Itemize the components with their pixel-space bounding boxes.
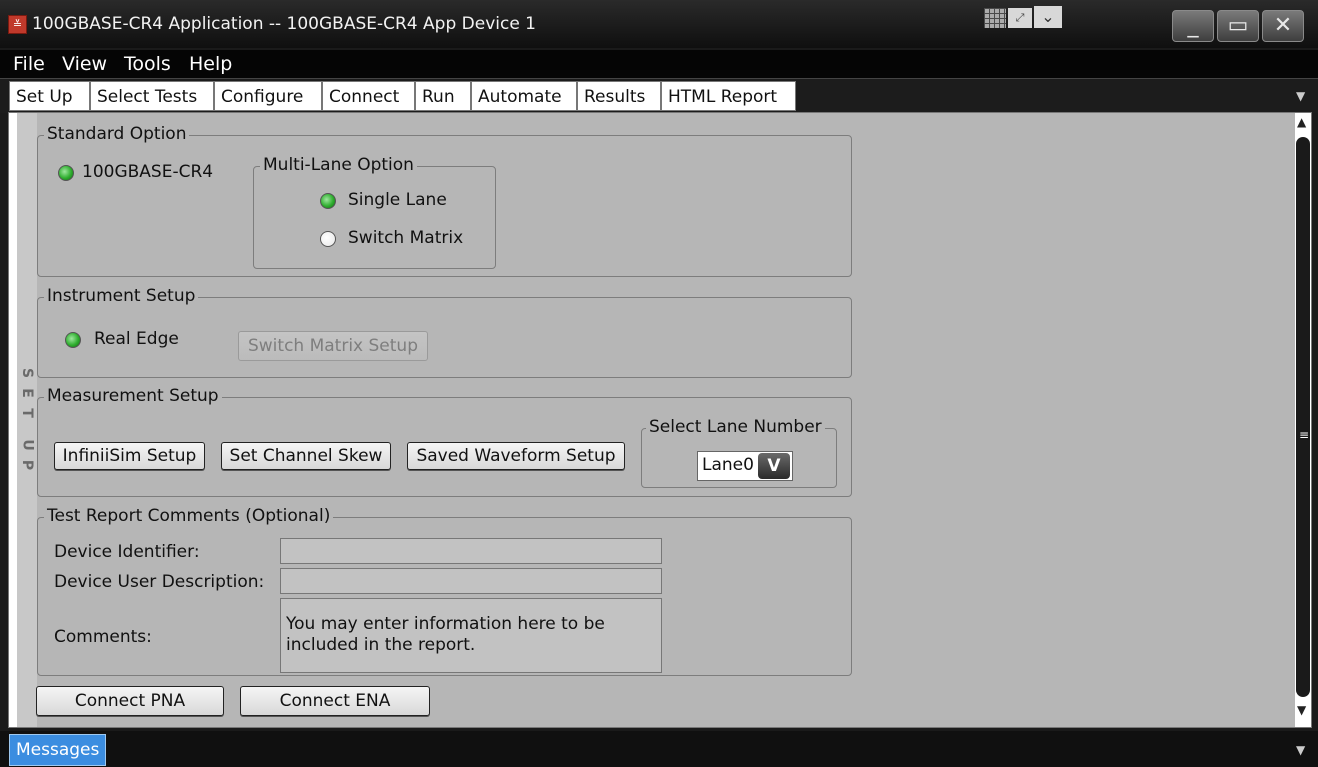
device-description-label: Device User Description: [54,572,265,592]
menu-view[interactable]: View [62,53,107,75]
saved-waveform-setup-button[interactable]: Saved Waveform Setup [407,442,625,470]
measurement-setup-group: Measurement Setup InfiniiSim Setup Set C… [37,386,852,497]
switch-matrix-setup-button[interactable]: Switch Matrix Setup [238,331,428,361]
tab-connect[interactable]: Connect [322,81,415,111]
scroll-up-icon[interactable]: ▲ [1297,115,1306,129]
infiniisim-setup-button[interactable]: InfiniiSim Setup [54,442,205,470]
menu-file[interactable]: File [13,53,45,75]
app-icon: ≚ [8,15,27,34]
chevron-down-icon[interactable]: ⌄ [1034,6,1062,28]
minimize-icon: _ [1187,13,1199,38]
connect-pna-button[interactable]: Connect PNA [36,686,224,716]
layout-grid-icon[interactable] [984,8,1006,28]
minimize-button[interactable]: _ [1172,10,1214,42]
tab-run[interactable]: Run [415,81,471,111]
select-lane-legend: Select Lane Number [646,417,825,437]
menu-help[interactable]: Help [189,53,232,75]
tab-bar: Set Up Select Tests Configure Connect Ru… [0,78,1318,113]
side-label-p: P [19,459,36,471]
setup-page: S E T U P Standard Option 100GBASE-CR4 M… [8,112,1312,728]
chevron-down-icon[interactable]: V [758,453,790,479]
messages-bar: Messages ▼ [0,731,1318,767]
radio-switch-matrix-label: Switch Matrix [348,228,464,248]
title-bar: ≚ 100GBASE-CR4 Application -- 100GBASE-C… [0,0,1318,48]
side-label-t: T [18,408,35,418]
tab-configure[interactable]: Configure [214,81,322,111]
grip-icon: ≡ [1298,428,1310,442]
tab-set-up[interactable]: Set Up [9,81,90,111]
radio-real-edge[interactable] [65,332,81,348]
setup-panel: S E T U P Standard Option 100GBASE-CR4 M… [17,113,1295,727]
radio-single-lane-label: Single Lane [348,190,447,210]
device-description-field[interactable] [280,568,662,594]
close-icon: ✕ [1273,13,1293,38]
window-title: 100GBASE-CR4 Application -- 100GBASE-CR4… [32,14,536,34]
tab-results[interactable]: Results [577,81,661,111]
radio-100gbase-cr4[interactable] [58,165,74,181]
tab-automate[interactable]: Automate [471,81,577,111]
side-label-u: U [19,439,36,451]
comments-field[interactable]: You may enter information here to be inc… [280,598,662,673]
lane-select-value: Lane0 [702,455,754,475]
resize-icon[interactable]: ⤢ [1008,8,1032,28]
tab-select-tests[interactable]: Select Tests [90,81,214,111]
side-label-e: E [18,388,35,398]
close-button[interactable]: ✕ [1262,10,1304,42]
test-report-comments-legend: Test Report Comments (Optional) [44,506,334,526]
radio-100gbase-cr4-label: 100GBASE-CR4 [82,162,214,182]
side-tab-label: S E T U P [17,113,37,727]
standard-option-legend: Standard Option [44,124,190,144]
device-identifier-field[interactable] [280,538,662,564]
tab-html-report[interactable]: HTML Report [661,81,796,111]
scroll-thumb[interactable]: ≡ [1296,137,1310,697]
maximize-button[interactable]: ▭ [1217,10,1259,42]
instrument-setup-group: Instrument Setup Real Edge Switch Matrix… [37,286,852,378]
test-report-comments-group: Test Report Comments (Optional) Device I… [37,506,852,676]
tab-dropdown-icon[interactable]: ▼ [1296,89,1305,103]
messages-dropdown-icon[interactable]: ▼ [1296,743,1305,757]
measurement-setup-legend: Measurement Setup [44,386,222,406]
multi-lane-option-group: Multi-Lane Option Single Lane Switch Mat… [253,155,496,269]
maximize-icon: ▭ [1227,13,1249,38]
lane-select[interactable]: Lane0 V [697,451,793,481]
device-identifier-label: Device Identifier: [54,542,200,562]
side-label-s: S [19,367,36,379]
standard-option-group: Standard Option 100GBASE-CR4 Multi-Lane … [37,124,852,277]
comments-label: Comments: [54,627,152,647]
multi-lane-option-legend: Multi-Lane Option [260,155,417,175]
connect-ena-button[interactable]: Connect ENA [240,686,430,716]
vertical-scrollbar[interactable]: ▲ ≡ ▼ [1295,113,1311,727]
radio-switch-matrix[interactable] [320,231,336,247]
set-channel-skew-button[interactable]: Set Channel Skew [221,442,391,470]
radio-single-lane[interactable] [320,193,336,209]
select-lane-group: Select Lane Number Lane0 V [641,417,837,488]
instrument-setup-legend: Instrument Setup [44,286,199,306]
radio-real-edge-label: Real Edge [94,329,179,349]
scroll-down-icon[interactable]: ▼ [1297,703,1306,717]
menu-bar: File View Tools Help [0,50,1318,78]
messages-tab[interactable]: Messages [9,734,107,766]
menu-tools[interactable]: Tools [124,53,171,75]
